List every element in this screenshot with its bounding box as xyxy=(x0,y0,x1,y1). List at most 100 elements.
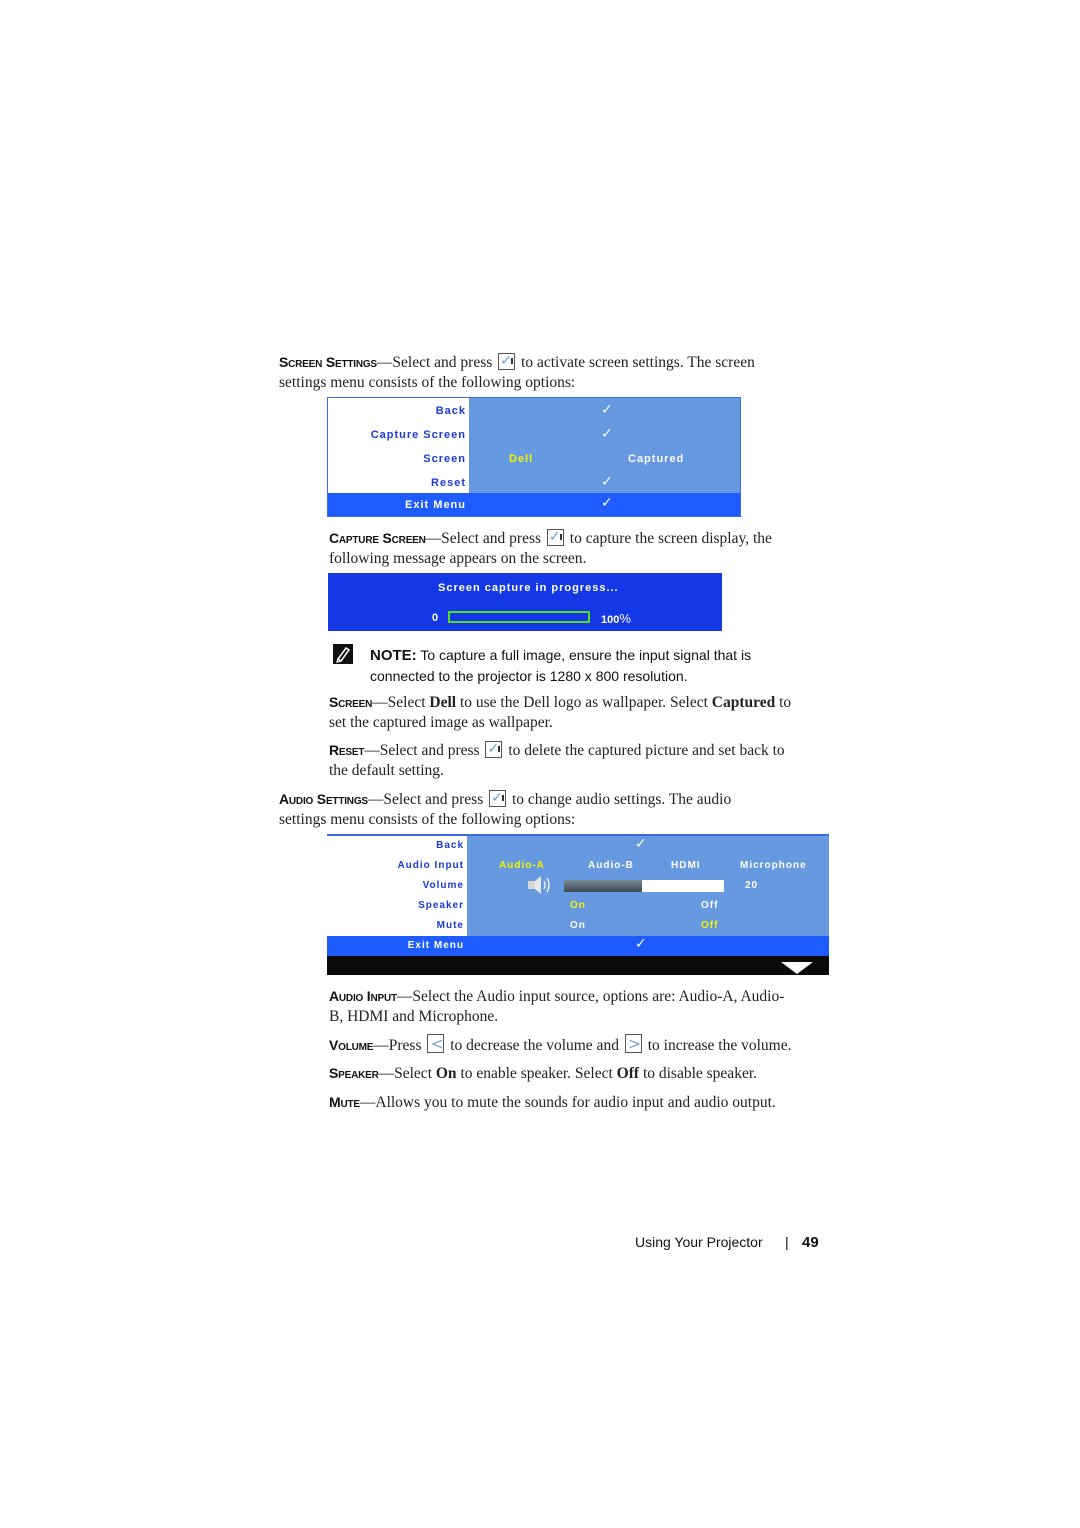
menu-label-reset: Reset xyxy=(431,477,466,489)
text: —Select xyxy=(378,1065,436,1082)
speaker-option-off[interactable]: Off xyxy=(701,900,718,911)
text: —Select the Audio input source, options … xyxy=(396,988,785,1005)
left-arrow-key-icon: < xyxy=(427,1034,445,1053)
mute-option-on[interactable]: On xyxy=(570,920,586,931)
text: B, HDMI and Microphone. xyxy=(329,1008,499,1025)
progress-title: Screen capture in progress... xyxy=(438,582,619,594)
note-pencil-icon xyxy=(333,644,353,664)
check-icon: ✓ xyxy=(635,936,648,952)
speaker-heading: Speaker xyxy=(329,1065,379,1081)
option-hdmi[interactable]: HDMI xyxy=(671,860,701,871)
speaker-paragraph: Speaker—Select On to enable speaker. Sel… xyxy=(329,1063,844,1084)
text: —Select and press xyxy=(425,530,542,547)
option-audio-a[interactable]: Audio-A xyxy=(499,860,545,871)
option-captured[interactable]: Captured xyxy=(628,453,684,465)
audio-settings-paragraph: Audio Settings—Select and press to chang… xyxy=(279,788,829,830)
option-microphone[interactable]: Microphone xyxy=(740,860,807,871)
volume-slider-fill xyxy=(564,880,643,892)
text: —Allows you to mute the sounds for audio… xyxy=(359,1094,776,1111)
capture-progress-dialog: Screen capture in progress... 0 100% xyxy=(328,573,722,631)
text-emphasis: Captured xyxy=(711,694,776,711)
text: —Select and press xyxy=(364,742,480,759)
menu-label-screen: Screen xyxy=(423,453,466,465)
menu-label-exit: Exit Menu xyxy=(405,499,466,511)
mute-heading: Mute xyxy=(329,1094,360,1110)
menu-row-speaker[interactable]: Speaker On Off xyxy=(327,896,829,916)
screen-heading: Screen xyxy=(329,694,373,710)
menu-row-capture-screen[interactable]: Capture Screen ✓ xyxy=(328,424,740,448)
left-key-glyph: < xyxy=(430,1034,444,1053)
menu-label-speaker: Speaker xyxy=(418,900,464,911)
check-button-icon xyxy=(485,739,503,759)
footer-section-title: Using Your Projector xyxy=(635,1234,763,1250)
audio-input-heading: Audio Input xyxy=(329,988,397,1004)
page-number: 49 xyxy=(802,1234,819,1251)
text: to activate screen settings. The screen xyxy=(521,354,755,371)
progress-bar xyxy=(448,611,590,623)
text-emphasis: On xyxy=(435,1065,457,1082)
menu-label-audio-input: Audio Input xyxy=(397,860,464,871)
mute-option-off[interactable]: Off xyxy=(701,920,718,931)
text: to capture the screen display, the xyxy=(569,530,772,547)
check-icon: ✓ xyxy=(635,836,648,852)
mute-paragraph: Mute—Allows you to mute the sounds for a… xyxy=(329,1092,844,1113)
text: to delete the captured picture and set b… xyxy=(508,742,785,759)
capture-screen-paragraph: Capture Screen—Select and press to captu… xyxy=(329,527,839,569)
volume-slider[interactable] xyxy=(564,880,724,892)
menu-label-volume: Volume xyxy=(422,880,464,891)
text: settings menu consists of the following … xyxy=(279,374,576,391)
text: settings menu consists of the following … xyxy=(279,811,576,828)
check-icon: ✓ xyxy=(601,402,614,418)
text: to change audio settings. The audio xyxy=(511,791,732,808)
audio-settings-menu: Back ✓ Audio Input Audio-A Audio-B HDMI … xyxy=(327,834,829,975)
reset-paragraph: Reset—Select and press to delete the cap… xyxy=(329,739,839,781)
option-audio-b[interactable]: Audio-B xyxy=(588,860,634,871)
progress-max-label: 100% xyxy=(601,611,631,626)
volume-value: 20 xyxy=(745,880,759,891)
reset-heading: Reset xyxy=(329,742,365,758)
capture-screen-heading: Capture Screen xyxy=(329,530,426,546)
text: following message appears on the screen. xyxy=(329,550,587,567)
text: —Press xyxy=(373,1037,422,1054)
menu-row-exit[interactable]: Exit Menu ✓ xyxy=(328,493,740,516)
menu-label-back: Back xyxy=(435,405,466,417)
check-icon: ✓ xyxy=(601,426,614,442)
note-text: To capture a full image, ensure the inpu… xyxy=(420,647,752,663)
right-key-glyph: > xyxy=(627,1034,642,1053)
menu-row-audio-input[interactable]: Audio Input Audio-A Audio-B HDMI Microph… xyxy=(327,856,829,876)
text: the default setting. xyxy=(329,762,444,779)
menu-row-back[interactable]: Back ✓ xyxy=(327,836,829,856)
text: —Select and press xyxy=(376,354,493,371)
screen-settings-heading: Screen Settings xyxy=(279,354,377,370)
menu-label-exit: Exit Menu xyxy=(407,940,464,951)
speaker-option-on[interactable]: On xyxy=(570,900,586,911)
menu-label-capture-screen: Capture Screen xyxy=(370,429,466,441)
text: —Select and press xyxy=(367,791,484,808)
footer-separator: | xyxy=(785,1234,789,1250)
menu-scroll-bar[interactable] xyxy=(327,956,829,975)
volume-heading: Volume xyxy=(329,1037,374,1053)
screen-settings-paragraph: Screen Settings—Select and press to acti… xyxy=(279,351,829,393)
menu-row-mute[interactable]: Mute On Off xyxy=(327,916,829,936)
menu-label-mute: Mute xyxy=(436,920,464,931)
menu-row-screen[interactable]: Screen Dell Captured xyxy=(328,448,740,472)
check-icon: ✓ xyxy=(601,495,614,511)
menu-row-back[interactable]: Back ✓ xyxy=(328,400,740,424)
audio-settings-heading: Audio Settings xyxy=(279,791,368,807)
volume-paragraph: Volume—Press < to decrease the volume an… xyxy=(329,1034,844,1056)
text: to use the Dell logo as wallpaper. Selec… xyxy=(456,694,712,711)
menu-row-exit[interactable]: Exit Menu ✓ xyxy=(327,936,829,956)
text-emphasis: Off xyxy=(616,1065,640,1082)
text: to xyxy=(775,694,792,711)
check-button-icon xyxy=(498,351,516,371)
note-block: NOTE: To capture a full image, ensure th… xyxy=(370,645,810,686)
menu-row-volume[interactable]: Volume 20 xyxy=(327,876,829,896)
option-dell[interactable]: Dell xyxy=(509,453,533,465)
text: to enable speaker. Select xyxy=(456,1065,617,1082)
scroll-down-arrow-icon[interactable] xyxy=(781,962,813,974)
text: set the captured image as wallpaper. xyxy=(329,714,553,731)
text-emphasis: Dell xyxy=(429,694,457,711)
text: to increase the volume. xyxy=(647,1037,792,1054)
note-text-line2: connected to the projector is 1280 x 800… xyxy=(370,668,688,684)
text: —Select xyxy=(372,694,430,711)
